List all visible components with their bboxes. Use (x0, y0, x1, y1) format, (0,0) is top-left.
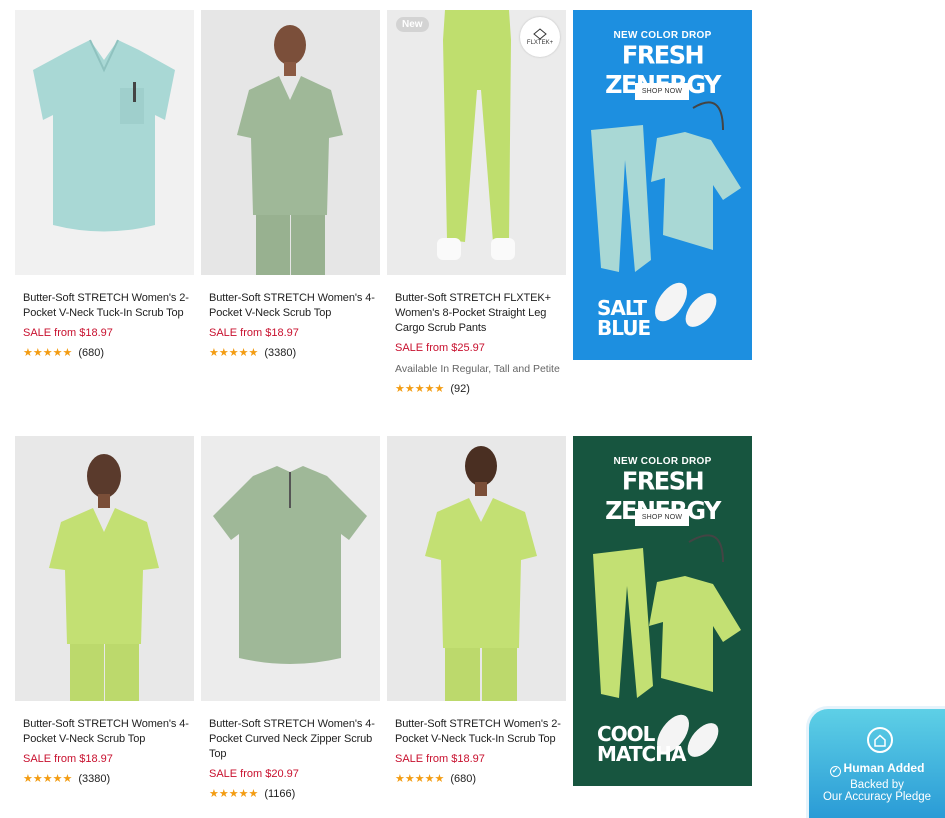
product-card-1[interactable]: Butter-Soft STRETCH Women's 2-Pocket V-N… (15, 10, 194, 359)
product-title[interactable]: Butter-Soft STRETCH Women's 4-Pocket V-N… (201, 291, 380, 321)
product-title[interactable]: Butter-Soft STRETCH Women's 2-Pocket V-N… (15, 291, 194, 321)
product-title[interactable]: Butter-Soft STRETCH Women's 4-Pocket V-N… (15, 717, 194, 747)
promo-banner-salt-blue[interactable]: NEW COLOR DROP FRESH ZENERGY SHOP NOW SA… (573, 10, 752, 360)
promo-color-name: SALT BLUE (597, 296, 651, 340)
availability-note: Available In Regular, Tall and Petite (395, 363, 560, 375)
promo-eyebrow: NEW COLOR DROP (613, 30, 712, 41)
product-image[interactable] (201, 10, 380, 275)
pledge-line-1: Backed by (850, 779, 904, 791)
review-count: (680) (78, 346, 104, 359)
home-icon (867, 727, 893, 753)
product-image[interactable] (201, 436, 380, 701)
star-rating-icon: ★★★★★ (23, 347, 73, 359)
product-image[interactable] (15, 436, 194, 701)
flxtek-label: FLXTEK+ (526, 40, 554, 46)
product-card-4[interactable]: Butter-Soft STRETCH Women's 4-Pocket V-N… (15, 436, 194, 785)
pledge-line-2: Our Accuracy Pledge (822, 791, 932, 803)
pledge-title: ✓ Human Added (809, 761, 945, 777)
promo-eyebrow: NEW COLOR DROP (613, 456, 712, 467)
product-image[interactable]: New FLXTEK+ (387, 10, 566, 275)
product-title[interactable]: Butter-Soft STRETCH Women's 2-Pocket V-N… (387, 717, 566, 747)
product-price: SALE from $25.97 (395, 342, 485, 354)
shop-now-button[interactable]: SHOP NOW (635, 509, 689, 526)
product-price: SALE from $18.97 (395, 753, 485, 765)
star-rating-icon: ★★★★★ (209, 347, 259, 359)
promo-color-name: COOL MATCHA (597, 722, 686, 766)
check-circle-icon: ✓ (829, 766, 841, 777)
review-count: (3380) (78, 772, 111, 785)
star-rating-icon: ★★★★★ (395, 383, 445, 395)
accuracy-pledge-badge[interactable]: ✓ Human Added Backed by Our Accuracy Pled… (806, 706, 945, 818)
product-rating[interactable]: ★★★★★ (3380) (15, 772, 194, 786)
product-image[interactable] (387, 436, 566, 701)
product-card-3[interactable]: New FLXTEK+ Butter-Soft STRETCH FLXTEK+ … (387, 10, 566, 395)
star-rating-icon: ★★★★★ (209, 788, 259, 800)
product-rating[interactable]: ★★★★★ (3380) (201, 346, 380, 360)
promo-banner-cool-matcha[interactable]: NEW COLOR DROP FRESH ZENERGY SHOP NOW CO… (573, 436, 752, 786)
review-count: (92) (450, 382, 470, 395)
product-price: SALE from $18.97 (23, 753, 113, 765)
review-count: (680) (450, 772, 476, 785)
product-price: SALE from $18.97 (209, 327, 299, 339)
product-card-6[interactable]: Butter-Soft STRETCH Women's 2-Pocket V-N… (387, 436, 566, 785)
product-price: SALE from $18.97 (23, 327, 113, 339)
shop-now-button[interactable]: SHOP NOW (635, 83, 689, 100)
product-title[interactable]: Butter-Soft STRETCH FLXTEK+ Women's 8-Po… (387, 291, 566, 336)
review-count: (1166) (264, 787, 296, 800)
product-rating[interactable]: ★★★★★ (1166) (201, 787, 380, 801)
product-rating[interactable]: ★★★★★ (680) (15, 346, 194, 360)
product-price: SALE from $20.97 (209, 768, 299, 780)
product-image[interactable] (15, 10, 194, 275)
new-badge: New (396, 17, 429, 32)
pledge-title-text: Human Added (843, 761, 925, 775)
star-rating-icon: ★★★★★ (395, 773, 445, 785)
product-rating[interactable]: ★★★★★ (680) (387, 772, 566, 786)
product-card-5[interactable]: Butter-Soft STRETCH Women's 4-Pocket Cur… (201, 436, 380, 800)
product-title[interactable]: Butter-Soft STRETCH Women's 4-Pocket Cur… (201, 717, 380, 762)
review-count: (3380) (264, 346, 297, 359)
product-card-2[interactable]: Butter-Soft STRETCH Women's 4-Pocket V-N… (201, 10, 380, 359)
fabric-icon (533, 28, 547, 40)
flxtek-badge: FLXTEK+ (520, 17, 560, 57)
product-rating[interactable]: ★★★★★ (92) (387, 382, 566, 396)
star-rating-icon: ★★★★★ (23, 773, 73, 785)
pledge-subtitle: Backed by Our Accuracy Pledge (809, 779, 945, 803)
